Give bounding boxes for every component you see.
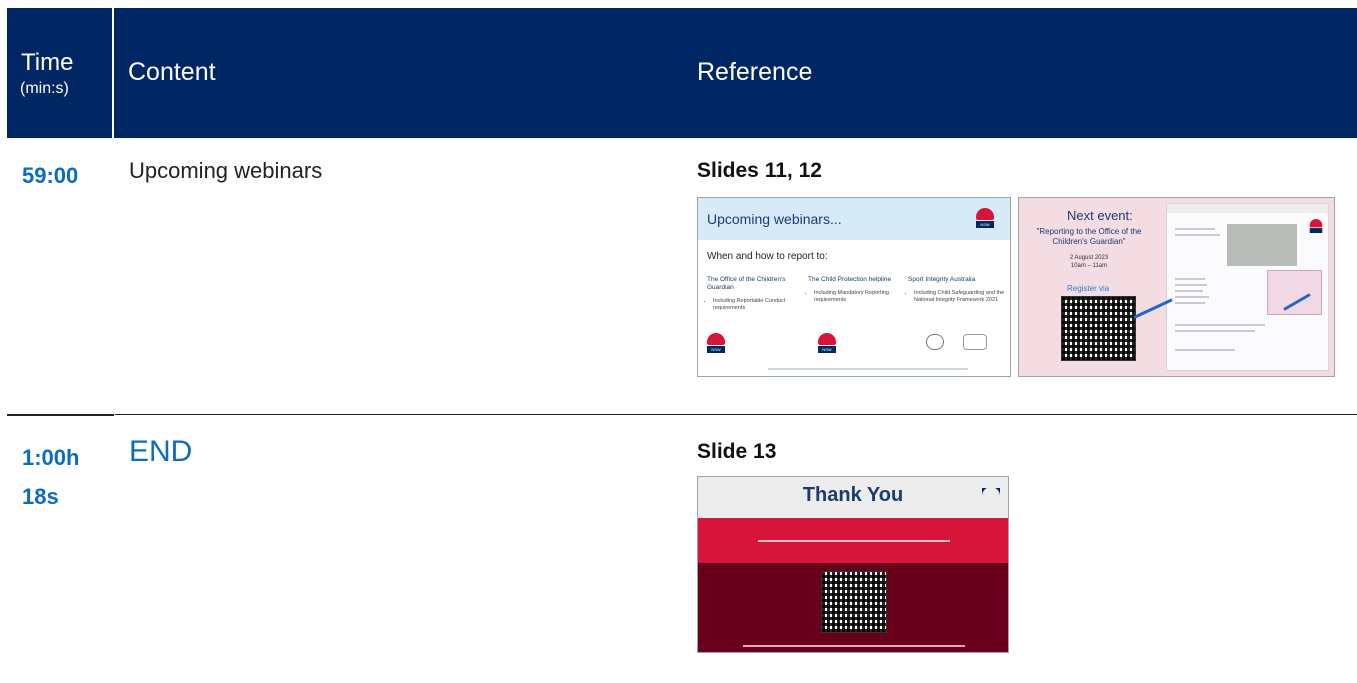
row-time: 1:00h [22,445,80,470]
nsw-logo-icon: NSW [707,333,725,353]
slide-11-thumbnail[interactable]: Upcoming webinars... NSW When and how to… [697,197,1011,377]
row-reference-title: Slides 11, 12 [697,159,822,182]
register-link: Register via [1067,284,1110,293]
nsw-logo-icon: NSW [818,333,836,353]
nsw-logo-icon: NSW [982,487,1000,528]
nsw-logo-icon [1309,219,1323,233]
event-time: 10am – 11am [1070,263,1108,269]
row-time: 59:00 [22,163,79,188]
header-divider [112,8,114,138]
slide-title: Thank You [802,484,904,506]
slide-13-thumbnail[interactable]: Thank You NSW [697,476,1009,653]
column-bullet: Including Reportable Conduct requirement… [713,298,797,312]
column-heading: The Child Protection helpline [808,276,892,283]
event-date: 2 August 2023 [1069,255,1109,261]
column-heading: The Office of the Children's Guardian [707,276,786,291]
row-content: Upcoming webinars [129,158,323,183]
slide-heading: Next event: [1067,208,1133,223]
slide-column: The Office of the Children's Guardian In… [707,276,797,312]
row-reference-title: Slide 13 [697,440,777,463]
column-bullet: Including Child Safeguarding and the Nat… [914,290,1008,304]
sport-integrity-logo-icon [963,334,987,350]
event-title: "Reporting to the Office of the Children… [1036,227,1142,246]
nsw-logo-icon: NSW [976,208,994,228]
register-panel [1267,270,1322,315]
footer-link [743,645,965,647]
website-image [1227,224,1297,266]
crest-icon [926,334,944,350]
row-divider [7,414,114,416]
slide-title: Upcoming webinars... [707,211,842,227]
header-time-label: Time [21,49,74,76]
row-divider [115,414,1357,415]
table-header: Time (min:s) Content Reference [7,8,1357,138]
contact-line [758,540,950,542]
slide-column: The Child Protection helpline Including … [808,276,898,304]
column-bullet: Including Mandatory Reporting requiremen… [814,290,898,304]
header-content-label: Content [128,58,216,86]
qr-code-icon [821,571,887,633]
slide-column: Sport Integrity Australia Including Chil… [908,276,1008,304]
row-time-seconds: 18s [22,484,59,509]
column-heading: Sport Integrity Australia [908,276,976,283]
website-screenshot [1166,203,1329,371]
header-time-unit: (min:s) [20,80,69,97]
slide-12-thumbnail[interactable]: Next event: "Reporting to the Office of … [1018,197,1335,377]
footer-line [768,368,968,370]
event-date-time: 2 August 2023 10am – 11am [1025,254,1153,270]
header-reference-label: Reference [697,58,813,86]
slide-subtitle: When and how to report to: [707,251,828,262]
qr-code-icon [1061,296,1136,361]
row-content: END [129,435,193,468]
